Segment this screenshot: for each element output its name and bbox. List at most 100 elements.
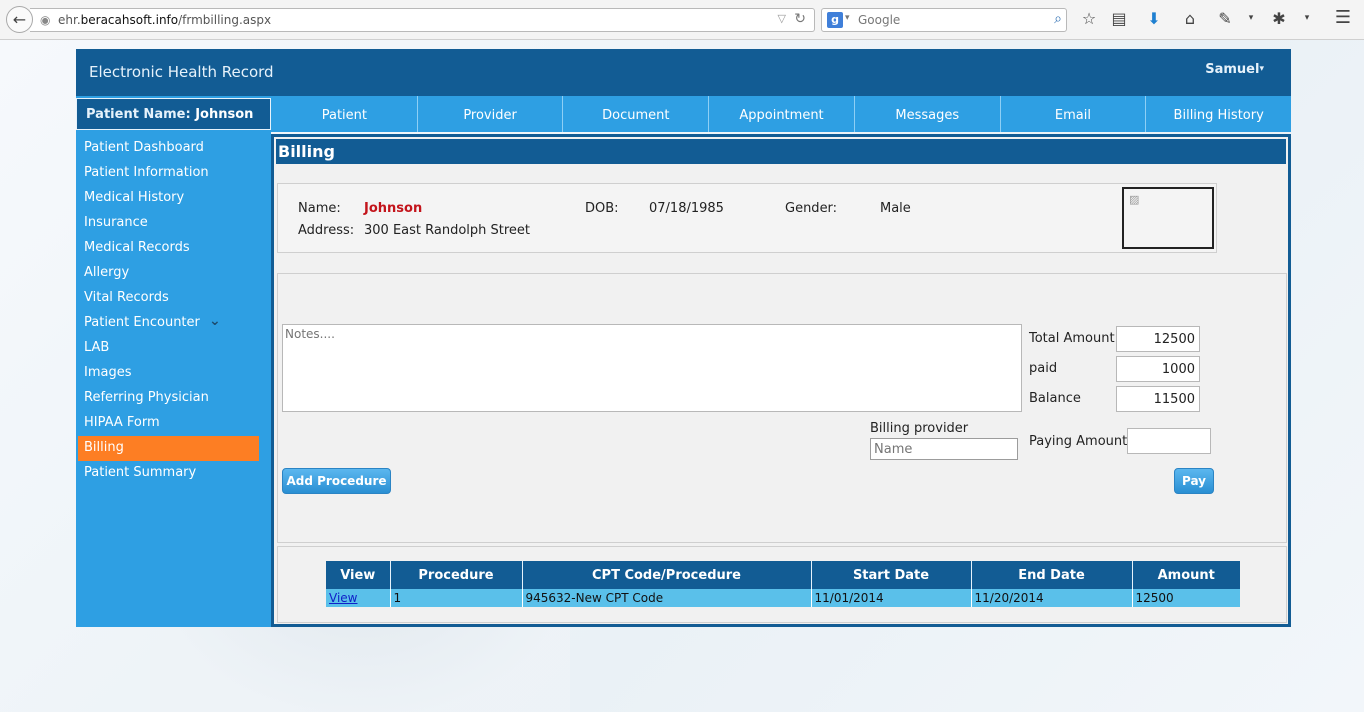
sidebar: Patient Dashboard Patient Information Me… bbox=[76, 132, 271, 627]
sidebar-item-billing[interactable]: Billing bbox=[78, 436, 259, 461]
sidebar-item-patient-information[interactable]: Patient Information bbox=[78, 161, 259, 186]
gender-value: Male bbox=[880, 201, 911, 216]
sidebar-item-images[interactable]: Images bbox=[78, 361, 259, 386]
search-engine-dropdown-icon[interactable]: ▾ bbox=[845, 13, 850, 23]
user-menu[interactable]: Samuel▾ bbox=[1205, 62, 1264, 77]
back-arrow-icon: ← bbox=[12, 10, 27, 29]
tools-dropdown-icon[interactable]: ▾ bbox=[1240, 13, 1262, 23]
bookmark-star-icon[interactable]: ☆ bbox=[1078, 9, 1100, 28]
table-row: View 1 945632-New CPT Code 11/01/2014 11… bbox=[326, 589, 1240, 607]
back-button[interactable]: ← bbox=[6, 6, 33, 33]
search-placeholder: Google bbox=[858, 13, 901, 27]
tab-messages[interactable]: Messages bbox=[855, 96, 1001, 132]
procedures-table-box: View Procedure CPT Code/Procedure Start … bbox=[277, 546, 1287, 623]
billing-provider-label: Billing provider bbox=[870, 421, 969, 436]
patient-name-banner: Patient Name: Johnson bbox=[76, 98, 271, 130]
extension-icon[interactable]: ✱ bbox=[1268, 9, 1290, 28]
tab-email[interactable]: Email bbox=[1001, 96, 1147, 132]
app-header: Electronic Health Record Samuel▾ bbox=[76, 49, 1291, 96]
cell-cpt-code: 945632-New CPT Code bbox=[522, 589, 812, 607]
billing-panel: Billing Name: Johnson DOB: 07/18/1985 Ge… bbox=[271, 134, 1291, 627]
sidebar-item-insurance[interactable]: Insurance bbox=[78, 211, 259, 236]
col-end-date: End Date bbox=[971, 561, 1133, 589]
pay-button[interactable]: Pay bbox=[1174, 468, 1214, 494]
url-dropdown-icon[interactable]: ▽ bbox=[778, 12, 786, 25]
balance-input[interactable] bbox=[1116, 386, 1200, 412]
sidebar-item-hipaa-form[interactable]: HIPAA Form bbox=[78, 411, 259, 436]
patient-name-value: Johnson bbox=[195, 107, 254, 122]
search-icon[interactable]: ⌕ bbox=[1054, 11, 1062, 27]
sidebar-item-allergy[interactable]: Allergy bbox=[78, 261, 259, 286]
sidebar-item-label: Patient Encounter bbox=[84, 315, 200, 330]
patient-name-label: Patient Name: bbox=[86, 107, 191, 122]
billing-provider-input[interactable] bbox=[870, 438, 1018, 460]
globe-icon: ◉ bbox=[40, 13, 51, 27]
sidebar-item-patient-summary[interactable]: Patient Summary bbox=[78, 461, 259, 486]
col-start-date: Start Date bbox=[811, 561, 972, 589]
reading-list-icon[interactable]: ▤ bbox=[1108, 9, 1130, 28]
paid-input[interactable] bbox=[1116, 356, 1200, 382]
caret-down-icon: ▾ bbox=[1259, 64, 1264, 74]
download-icon[interactable]: ⬇ bbox=[1143, 9, 1165, 28]
tools-icon[interactable]: ✎ bbox=[1214, 9, 1236, 28]
address-value: 300 East Randolph Street bbox=[364, 223, 531, 238]
cell-procedure: 1 bbox=[390, 589, 523, 607]
paying-amount-label: Paying Amount bbox=[1029, 434, 1128, 449]
url-text[interactable]: ehr.beracahsoft.info/frmbilling.aspx bbox=[58, 13, 271, 27]
paying-amount-input[interactable] bbox=[1127, 428, 1211, 454]
notes-input[interactable] bbox=[282, 324, 1022, 412]
sidebar-item-medical-history[interactable]: Medical History bbox=[78, 186, 259, 211]
home-icon[interactable]: ⌂ bbox=[1179, 9, 1201, 28]
add-procedure-button[interactable]: Add Procedure bbox=[282, 468, 391, 494]
tab-patient[interactable]: Patient bbox=[272, 96, 418, 132]
url-bar[interactable]: ◉ ehr.beracahsoft.info/frmbilling.aspx ▽… bbox=[30, 8, 815, 32]
patient-photo: ▨ bbox=[1122, 187, 1214, 249]
cell-end-date: 11/20/2014 bbox=[971, 589, 1133, 607]
name-value: Johnson bbox=[364, 201, 423, 216]
col-view: View bbox=[326, 561, 391, 589]
total-amount-input[interactable] bbox=[1116, 326, 1200, 352]
tab-appointment[interactable]: Appointment bbox=[709, 96, 855, 132]
sidebar-item-referring-physician[interactable]: Referring Physician bbox=[78, 386, 259, 411]
google-icon: g bbox=[827, 12, 843, 28]
menu-icon[interactable]: ☰ bbox=[1332, 7, 1354, 28]
sidebar-item-vital-records[interactable]: Vital Records bbox=[78, 286, 259, 311]
col-procedure: Procedure bbox=[390, 561, 523, 589]
user-name: Samuel bbox=[1205, 62, 1260, 77]
sidebar-item-patient-dashboard[interactable]: Patient Dashboard bbox=[78, 136, 259, 161]
browser-toolbar: ◉ ehr.beracahsoft.info/frmbilling.aspx ▽… bbox=[0, 0, 1364, 40]
procedures-table: View Procedure CPT Code/Procedure Start … bbox=[326, 561, 1240, 607]
name-label: Name: bbox=[298, 201, 341, 216]
tab-document[interactable]: Document bbox=[563, 96, 710, 132]
view-link[interactable]: View bbox=[329, 591, 357, 605]
sidebar-item-lab[interactable]: LAB bbox=[78, 336, 259, 361]
sidebar-item-medical-records[interactable]: Medical Records bbox=[78, 236, 259, 261]
ehr-app: Electronic Health Record Samuel▾ Patient… bbox=[76, 49, 1291, 627]
sidebar-item-patient-encounter[interactable]: Patient Encounter ⌄ bbox=[78, 311, 259, 336]
dob-value: 07/18/1985 bbox=[649, 201, 724, 216]
tab-provider[interactable]: Provider bbox=[418, 96, 564, 132]
reload-icon[interactable]: ↻ bbox=[794, 11, 806, 27]
cell-amount: 12500 bbox=[1132, 589, 1240, 607]
patient-info-box: Name: Johnson DOB: 07/18/1985 Gender: Ma… bbox=[277, 183, 1217, 253]
extension-dropdown-icon[interactable]: ▾ bbox=[1296, 13, 1318, 23]
app-title: Electronic Health Record bbox=[89, 63, 274, 81]
gender-label: Gender: bbox=[785, 201, 838, 216]
main-nav: Patient Name: Johnson Patient Provider D… bbox=[76, 96, 1291, 132]
col-amount: Amount bbox=[1132, 561, 1240, 589]
col-cpt-code: CPT Code/Procedure bbox=[522, 561, 812, 589]
tab-billing-history[interactable]: Billing History bbox=[1146, 96, 1291, 132]
table-header-row: View Procedure CPT Code/Procedure Start … bbox=[326, 561, 1240, 589]
cell-start-date: 11/01/2014 bbox=[811, 589, 972, 607]
total-amount-label: Total Amount bbox=[1029, 331, 1115, 346]
dob-label: DOB: bbox=[585, 201, 619, 216]
page-title: Billing bbox=[276, 139, 1286, 164]
broken-image-icon: ▨ bbox=[1129, 193, 1140, 206]
balance-label: Balance bbox=[1029, 391, 1081, 406]
search-bar[interactable]: g ▾ Google ⌕ bbox=[821, 8, 1067, 32]
address-label: Address: bbox=[298, 223, 355, 238]
paid-label: paid bbox=[1029, 361, 1058, 376]
chevron-down-icon[interactable]: ⌄ bbox=[209, 313, 221, 329]
billing-form: Total Amount paid Balance Billing provid… bbox=[277, 273, 1287, 543]
cell-view: View bbox=[326, 589, 391, 607]
